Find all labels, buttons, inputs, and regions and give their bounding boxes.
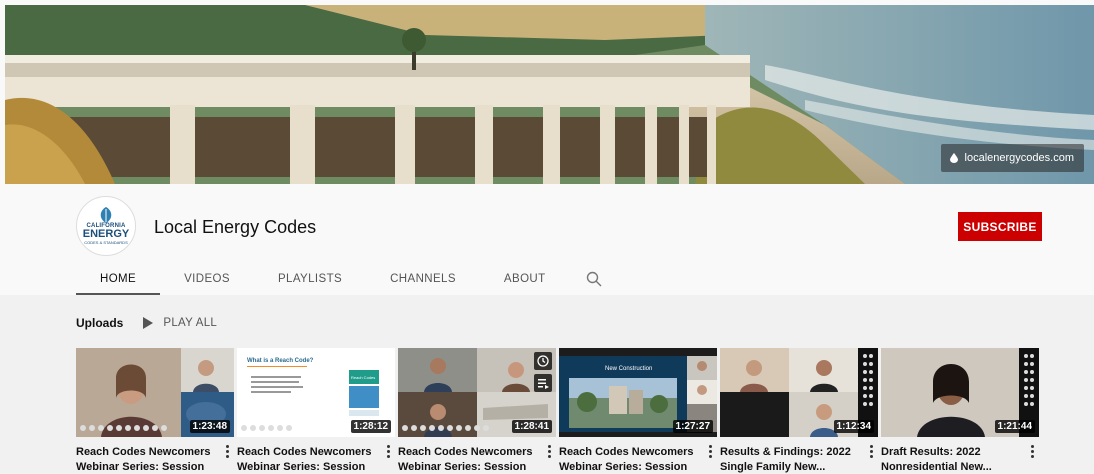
video-card[interactable]: 1:23:48 Reach Codes Newcomers Webinar Se… bbox=[76, 348, 234, 474]
video-title-line-1[interactable]: Reach Codes Newcomers bbox=[398, 445, 540, 460]
video-title-line-2[interactable]: Webinar Series: Session 3:... bbox=[398, 460, 540, 474]
banner-image bbox=[5, 5, 1094, 184]
channel-header: CALIFORNIA ENERGY CODES & STANDARDS Loca… bbox=[0, 184, 1094, 295]
slide-title: What is a Reach Code? bbox=[247, 358, 314, 364]
banner-website-link[interactable]: localenergycodes.com bbox=[940, 144, 1084, 172]
droplet-icon bbox=[949, 153, 958, 163]
play-all-button[interactable]: PLAY ALL bbox=[143, 317, 217, 329]
tab-channels[interactable]: CHANNELS bbox=[366, 262, 480, 295]
video-meta: Reach Codes Newcomers Webinar Series: Se… bbox=[398, 445, 556, 474]
video-title-line-2[interactable]: Webinar Series: Session 2,... bbox=[76, 460, 218, 474]
video-title-line-1[interactable]: Draft Results: 2022 bbox=[881, 445, 1023, 460]
video-card[interactable]: New Construction 1:27:27 Reach Codes New… bbox=[559, 348, 717, 474]
participant-strip bbox=[402, 425, 489, 431]
uploads-title[interactable]: Uploads bbox=[76, 316, 123, 330]
tab-playlists[interactable]: PLAYLISTS bbox=[254, 262, 366, 295]
tab-about[interactable]: ABOUT bbox=[480, 262, 570, 295]
video-title-line-1[interactable]: Reach Codes Newcomers bbox=[559, 445, 701, 460]
video-duration: 1:28:41 bbox=[511, 420, 552, 433]
watch-later-icon[interactable] bbox=[534, 352, 552, 370]
video-meta: Draft Results: 2022 Nonresidential New..… bbox=[881, 445, 1039, 474]
more-options-icon[interactable] bbox=[1031, 445, 1035, 459]
video-duration: 1:28:12 bbox=[350, 420, 391, 433]
avatar-text-bottom: CODES & STANDARDS bbox=[84, 240, 128, 245]
channel-avatar[interactable]: CALIFORNIA ENERGY CODES & STANDARDS bbox=[76, 196, 136, 256]
channel-search-button[interactable] bbox=[570, 262, 618, 295]
video-thumbnail[interactable]: What is a Reach Code? Reach Codes 1:28:1… bbox=[237, 348, 395, 437]
video-meta: Reach Codes Newcomers Webinar Series: Se… bbox=[237, 445, 395, 474]
slide-box-text: Reach Codes bbox=[351, 375, 375, 380]
video-title-line-2[interactable]: Nonresidential New... bbox=[881, 460, 1023, 474]
video-title-line-1[interactable]: Reach Codes Newcomers bbox=[76, 445, 218, 460]
uploads-shelf: 1:23:48 Reach Codes Newcomers Webinar Se… bbox=[76, 348, 1039, 474]
page: localenergycodes.com CALIFORNIA ENERGY C… bbox=[0, 0, 1094, 474]
play-all-label: PLAY ALL bbox=[163, 317, 218, 329]
tab-videos[interactable]: VIDEOS bbox=[160, 262, 254, 295]
video-duration: 1:23:48 bbox=[189, 420, 230, 433]
more-options-icon[interactable] bbox=[548, 445, 552, 459]
video-card[interactable]: 1:28:41 Reach Codes Newcomers Webinar Se… bbox=[398, 348, 556, 474]
participant-strip bbox=[80, 425, 167, 431]
video-duration: 1:27:27 bbox=[672, 420, 713, 433]
avatar-text-mid: ENERGY bbox=[82, 228, 130, 240]
video-thumbnail[interactable]: New Construction 1:27:27 bbox=[559, 348, 717, 437]
video-title-line-2[interactable]: Single Family New... bbox=[720, 460, 862, 474]
add-to-queue-icon[interactable] bbox=[534, 374, 552, 392]
participant-strip bbox=[241, 425, 292, 431]
video-title-line-2[interactable]: Webinar Series: Session 4:... bbox=[559, 460, 701, 474]
video-duration: 1:21:44 bbox=[994, 420, 1035, 433]
uploads-header: Uploads PLAY ALL bbox=[76, 316, 217, 330]
leaf-logo-icon bbox=[100, 207, 112, 223]
video-card[interactable]: 1:21:44 Draft Results: 2022 Nonresidenti… bbox=[881, 348, 1039, 474]
more-options-icon[interactable] bbox=[709, 445, 713, 459]
video-thumbnail[interactable]: 1:21:44 bbox=[881, 348, 1039, 437]
channel-tabs: HOME VIDEOS PLAYLISTS CHANNELS ABOUT bbox=[76, 262, 618, 295]
video-meta: Reach Codes Newcomers Webinar Series: Se… bbox=[76, 445, 234, 474]
content-area: Uploads PLAY ALL 1:23:48 Reach Codes New… bbox=[0, 295, 1094, 474]
channel-banner: localenergycodes.com bbox=[5, 5, 1094, 184]
channel-name: Local Energy Codes bbox=[154, 217, 317, 237]
search-icon bbox=[586, 271, 602, 286]
more-options-icon[interactable] bbox=[226, 445, 230, 459]
video-duration: 1:12:34 bbox=[833, 420, 874, 433]
video-card[interactable]: What is a Reach Code? Reach Codes 1:28:1… bbox=[237, 348, 395, 474]
tab-home[interactable]: HOME bbox=[76, 262, 161, 295]
video-meta: Reach Codes Newcomers Webinar Series: Se… bbox=[559, 445, 717, 474]
more-options-icon[interactable] bbox=[387, 445, 391, 459]
video-thumbnail[interactable]: 1:23:48 bbox=[76, 348, 234, 437]
subscribe-button[interactable]: SUBSCRIBE bbox=[958, 212, 1042, 241]
banner-link-text: localenergycodes.com bbox=[964, 152, 1074, 164]
play-icon bbox=[143, 317, 154, 329]
slide-title: New Construction bbox=[605, 366, 652, 372]
video-meta: Results & Findings: 2022 Single Family N… bbox=[720, 445, 878, 474]
more-options-icon[interactable] bbox=[870, 445, 874, 459]
video-thumbnail[interactable]: 1:28:41 bbox=[398, 348, 556, 437]
video-thumbnail[interactable]: 1:12:34 bbox=[720, 348, 878, 437]
video-title-line-1[interactable]: Reach Codes Newcomers bbox=[237, 445, 379, 460]
video-title-line-2[interactable]: Webinar Series: Session 1... bbox=[237, 460, 379, 474]
video-title-line-1[interactable]: Results & Findings: 2022 bbox=[720, 445, 862, 460]
video-card[interactable]: 1:12:34 Results & Findings: 2022 Single … bbox=[720, 348, 878, 474]
